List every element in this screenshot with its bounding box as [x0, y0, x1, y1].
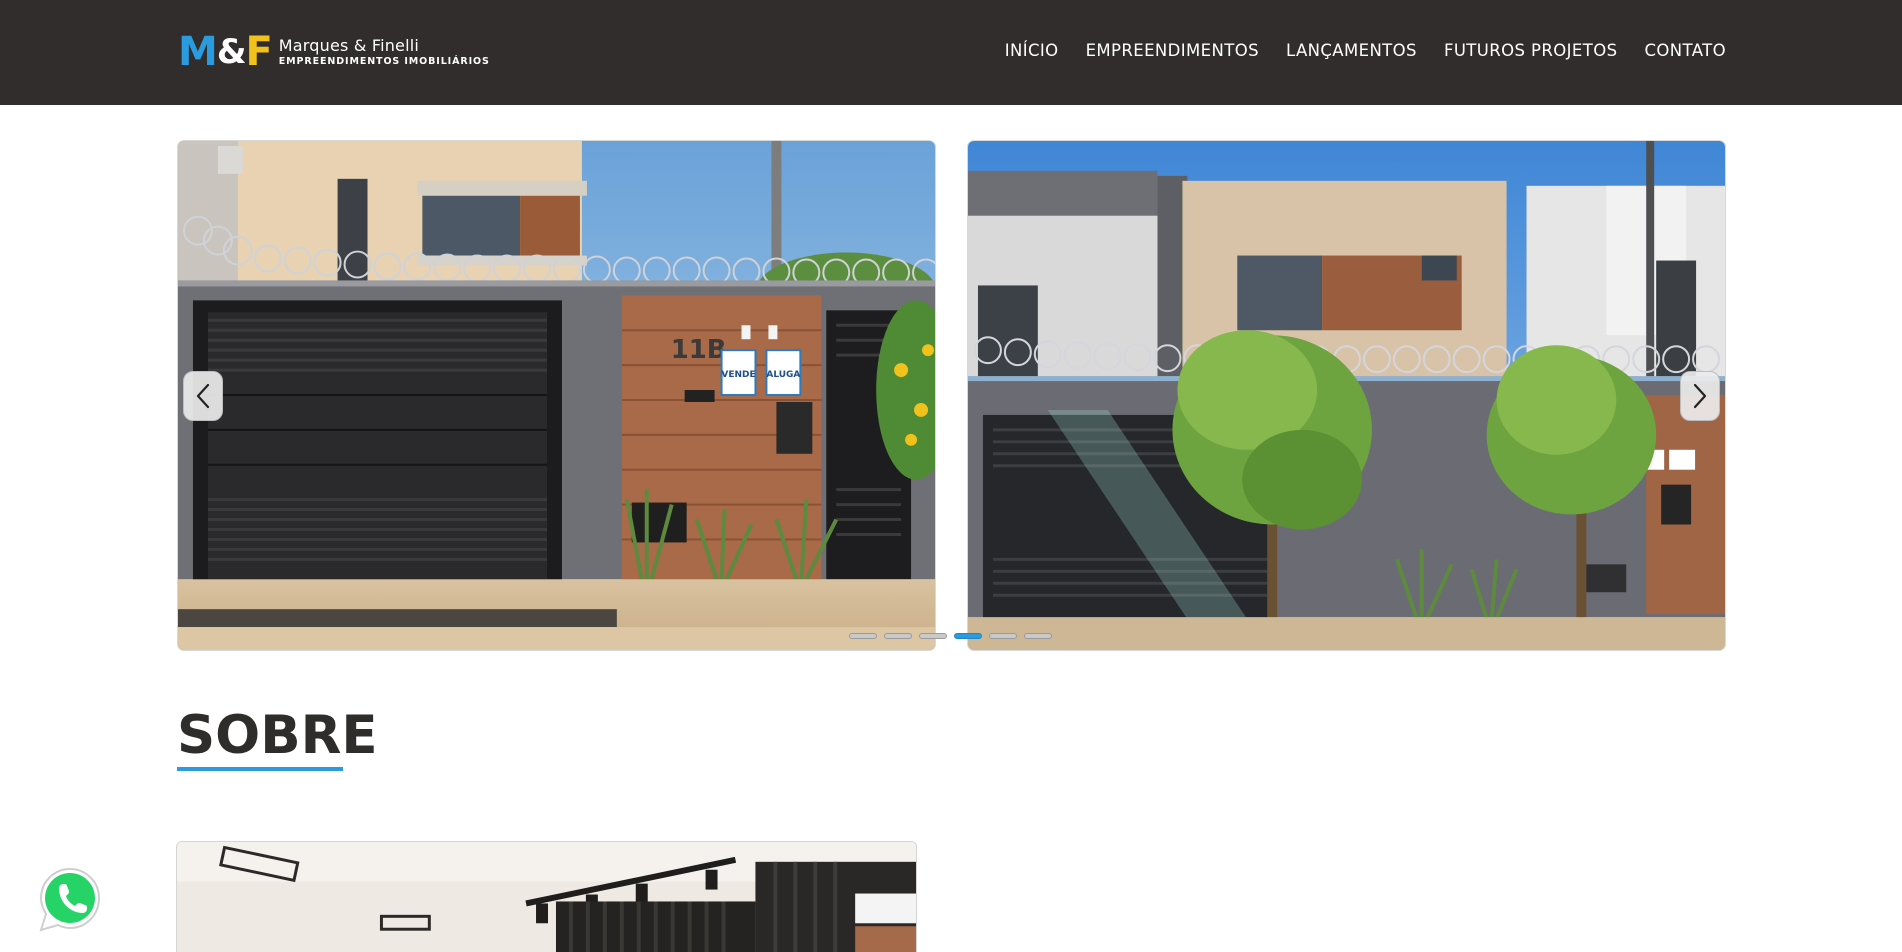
carousel-slide-house-tree[interactable] — [967, 140, 1726, 651]
logo-mark: M & F — [178, 29, 273, 75]
nav-item-futuros-projetos[interactable]: FUTUROS PROJETOS — [1444, 40, 1618, 62]
about-heading: SOBRE — [177, 705, 378, 766]
house-number: 11B — [671, 335, 727, 365]
site-header: M & F Marques & Finelli EMPREENDIMENTOS … — [0, 0, 1902, 105]
carousel-dot-2[interactable] — [884, 633, 912, 639]
carousel-pagination — [849, 633, 1052, 639]
main-nav: INÍCIO EMPREENDIMENTOS LANÇAMENTOS FUTUR… — [1005, 40, 1726, 62]
nav-item-inicio[interactable]: INÍCIO — [1005, 40, 1059, 62]
house-photo-2 — [968, 141, 1725, 650]
whatsapp-button[interactable] — [37, 866, 103, 934]
hero-carousel: 11B VENDE ALUGA — [177, 140, 1726, 651]
nav-item-contato[interactable]: CONTATO — [1644, 40, 1726, 62]
svg-text:ALUGA: ALUGA — [766, 370, 800, 380]
logo-subtitle: EMPREENDIMENTOS IMOBILIÁRIOS — [278, 56, 490, 67]
carousel-dot-1[interactable] — [849, 633, 877, 639]
whatsapp-icon — [39, 867, 101, 932]
svg-text:VENDE: VENDE — [721, 370, 755, 380]
carousel-next-button[interactable] — [1680, 371, 1720, 421]
carousel-prev-button[interactable] — [183, 371, 223, 421]
logo-name: Marques & Finelli — [278, 36, 420, 55]
carousel-dot-5[interactable] — [989, 633, 1017, 639]
chevron-left-icon — [196, 383, 210, 409]
about-photo-interior — [176, 841, 917, 952]
nav-item-empreendimentos[interactable]: EMPREENDIMENTOS — [1086, 40, 1259, 62]
house-photo-1: 11B VENDE ALUGA — [178, 141, 935, 650]
interior-photo — [177, 842, 916, 952]
carousel-dot-4-active[interactable] — [954, 633, 982, 639]
carousel-dot-6[interactable] — [1024, 633, 1052, 639]
carousel-dot-3[interactable] — [919, 633, 947, 639]
chevron-right-icon — [1693, 383, 1707, 409]
about-heading-underline — [177, 767, 343, 771]
carousel-slide-house-front[interactable]: 11B VENDE ALUGA — [177, 140, 936, 651]
nav-item-lancamentos[interactable]: LANÇAMENTOS — [1286, 40, 1417, 62]
logo[interactable]: M & F Marques & Finelli EMPREENDIMENTOS … — [178, 32, 490, 72]
